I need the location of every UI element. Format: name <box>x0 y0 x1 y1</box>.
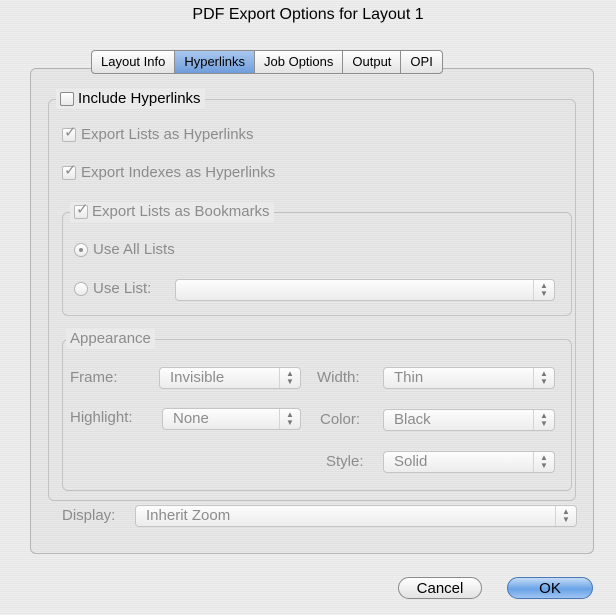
use-list-label: Use List: <box>93 280 152 297</box>
width-label: Width: <box>317 369 360 386</box>
color-value: Black <box>394 411 431 428</box>
include-hyperlinks-checkbox[interactable] <box>60 92 74 106</box>
display-select[interactable]: Inherit Zoom ▲ ▼ <box>135 505 577 527</box>
popup-arrows-icon: ▲ ▼ <box>279 409 300 429</box>
use-all-lists-row: Use All Lists <box>74 241 175 258</box>
tab-bar: Layout Info Hyperlinks Job Options Outpu… <box>91 50 443 74</box>
export-indexes-hyperlinks-row: ✓ Export Indexes as Hyperlinks <box>62 162 276 181</box>
use-list-radio[interactable] <box>74 281 88 296</box>
include-hyperlinks-legend: Include Hyperlinks <box>56 89 205 109</box>
frame-value: Invisible <box>170 369 225 386</box>
style-value: Solid <box>394 453 428 470</box>
appearance-label: Appearance <box>70 330 151 347</box>
checkmark-icon: ✓ <box>76 201 89 218</box>
export-indexes-hyperlinks-checkbox[interactable]: ✓ <box>62 162 77 180</box>
width-value: Thin <box>394 369 424 386</box>
ok-button[interactable]: OK <box>507 577 593 599</box>
tab-opi[interactable]: OPI <box>401 51 441 73</box>
width-select[interactable]: Thin ▲ ▼ <box>383 367 555 389</box>
popup-arrows-icon: ▲ ▼ <box>533 452 554 472</box>
export-lists-hyperlinks-row: ✓ Export Lists as Hyperlinks <box>62 124 254 143</box>
color-select[interactable]: Black ▲ ▼ <box>383 409 555 431</box>
export-indexes-hyperlinks-label: Export Indexes as Hyperlinks <box>81 164 276 181</box>
highlight-value: None <box>173 410 209 427</box>
export-lists-hyperlinks-label: Export Lists as Hyperlinks <box>81 126 254 143</box>
popup-arrows-icon: ▲ ▼ <box>555 506 576 526</box>
checkmark-icon: ✓ <box>64 161 77 179</box>
window-title: PDF Export Options for Layout 1 <box>192 6 424 23</box>
display-value: Inherit Zoom <box>146 507 231 524</box>
highlight-select[interactable]: None ▲ ▼ <box>162 408 301 430</box>
use-list-row: Use List: <box>74 280 151 297</box>
use-all-lists-label: Use All Lists <box>93 241 175 258</box>
frame-select[interactable]: Invisible ▲ ▼ <box>159 367 301 389</box>
style-select[interactable]: Solid ▲ ▼ <box>383 451 555 473</box>
display-label: Display: <box>62 507 116 524</box>
popup-arrows-icon: ▲ ▼ <box>533 368 554 388</box>
export-bookmarks-checkbox[interactable]: ✓ <box>74 201 89 219</box>
include-hyperlinks-label: Include Hyperlinks <box>78 90 201 107</box>
bookmarks-legend: ✓ Export Lists as Bookmarks <box>70 201 274 222</box>
frame-label: Frame: <box>70 369 118 386</box>
tab-hyperlinks[interactable]: Hyperlinks <box>175 51 256 73</box>
style-label: Style: <box>326 453 364 470</box>
color-label: Color: <box>320 411 361 428</box>
use-all-lists-radio[interactable] <box>74 242 88 257</box>
radio-selected-dot <box>79 247 83 252</box>
tab-job-options[interactable]: Job Options <box>255 51 344 73</box>
tab-output[interactable]: Output <box>343 51 402 73</box>
use-list-select[interactable]: ▲ ▼ <box>175 279 555 301</box>
export-bookmarks-label: Export Lists as Bookmarks <box>92 203 270 220</box>
popup-arrows-icon: ▲ ▼ <box>533 410 554 430</box>
cancel-button[interactable]: Cancel <box>398 577 482 599</box>
tab-layout-info[interactable]: Layout Info <box>92 51 176 73</box>
highlight-label: Highlight: <box>70 409 133 426</box>
appearance-legend: Appearance <box>66 329 155 349</box>
popup-arrows-icon: ▲ ▼ <box>533 280 554 300</box>
checkmark-icon: ✓ <box>64 123 77 141</box>
popup-arrows-icon: ▲ ▼ <box>279 368 300 388</box>
export-lists-hyperlinks-checkbox[interactable]: ✓ <box>62 124 77 142</box>
